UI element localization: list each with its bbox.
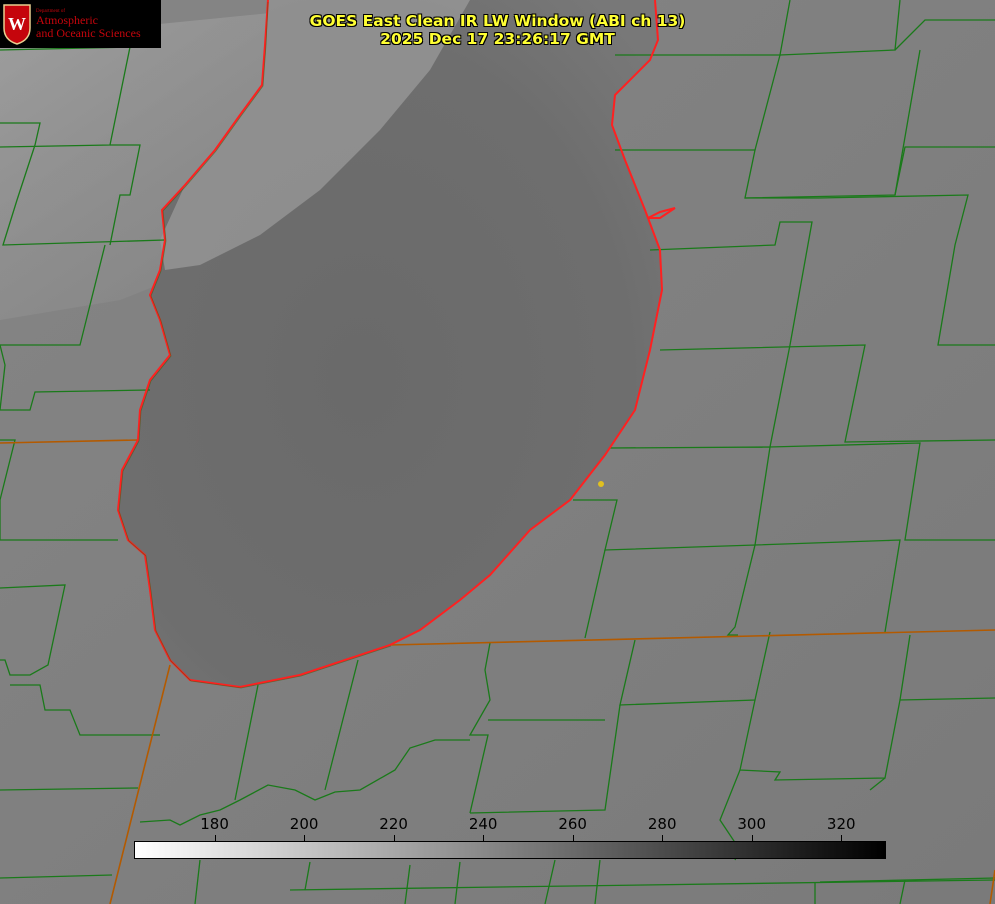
- colorbar-tick-label: 220: [379, 815, 408, 833]
- colorbar-tick-mark: [483, 835, 485, 841]
- colorbar-tick-label: 300: [737, 815, 767, 833]
- colorbar-tick-mark: [393, 835, 395, 841]
- colorbar-tick-label: 280: [647, 815, 677, 833]
- colorbar-tick-mark: [304, 835, 306, 841]
- colorbar-tick-label: 320: [826, 815, 856, 833]
- colorbar-tick-mark: [662, 835, 664, 841]
- colorbar-gradient: [134, 841, 886, 859]
- logo-line2: and Oceanic Sciences: [36, 25, 141, 40]
- colorbar-tick-label: 240: [468, 815, 498, 833]
- crest-letter: W: [8, 14, 26, 34]
- satellite-viewer: W Department of Atmospheric and Oceanic …: [0, 0, 995, 904]
- image-title: GOES East Clean IR LW Window (ABI ch 13)…: [250, 12, 745, 48]
- logo-text: Department of Atmospheric and Oceanic Sc…: [36, 9, 141, 39]
- location-dot-icon[interactable]: [598, 481, 604, 487]
- colorbar-tick-mark: [214, 835, 216, 841]
- colorbar-tick-label: 180: [200, 815, 229, 833]
- colorbar-tick-label: 200: [289, 815, 319, 833]
- title-timestamp: 2025 Dec 17 23:26:17 GMT: [380, 30, 615, 48]
- logo-line1: Atmospheric: [36, 13, 98, 28]
- satellite-image-map[interactable]: [0, 0, 995, 904]
- colorbar-tick-mark: [841, 835, 843, 841]
- uw-crest-icon: W: [3, 4, 31, 45]
- colorbar-legend: 180 200 220 240 260 280 300 320: [134, 812, 887, 862]
- title-product: GOES East Clean IR LW Window (ABI ch 13): [309, 12, 686, 30]
- aos-logo[interactable]: W Department of Atmospheric and Oceanic …: [0, 0, 161, 48]
- colorbar-tick-label: 260: [558, 815, 587, 833]
- colorbar-tick-mark: [751, 835, 753, 841]
- colorbar-tick-mark: [572, 835, 574, 841]
